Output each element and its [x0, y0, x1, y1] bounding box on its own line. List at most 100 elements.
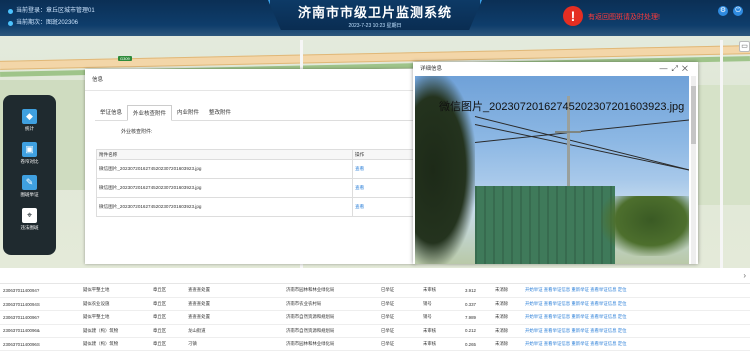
cell-review: 销号	[420, 297, 462, 312]
cell-id: 23063701140096&	[0, 324, 80, 339]
cell-department: 济南市园林和林业绿化局	[283, 337, 378, 351]
layers-button[interactable]: ▭	[739, 41, 750, 52]
alert-icon[interactable]: !	[563, 6, 583, 26]
minimize-icon[interactable]: —	[659, 64, 671, 73]
cell-id: 23063701140094S	[0, 297, 80, 312]
road-sign: G309	[118, 56, 132, 61]
cell-town: 查查查处置	[185, 284, 283, 298]
cell-area: 0.212	[462, 324, 492, 339]
logout-icon[interactable]: ⏻	[733, 6, 743, 16]
table-row[interactable]: 23063701140094? 疑似平整土地 章丘区 查查查处置 济南市园林和林…	[0, 284, 750, 298]
cell-review: 未审核	[420, 284, 462, 298]
cell-review: 未审核	[420, 337, 462, 351]
cell-town: 查查查处置	[185, 310, 283, 325]
header-datetime: 2023-7-23 10:23 星期日	[348, 23, 402, 29]
tab-rectify-attachments[interactable]: 整改附件	[204, 105, 236, 120]
maximize-icon[interactable]: ⤢	[671, 64, 681, 73]
current-user: 当前登录：章丘区城市管理01	[16, 8, 95, 14]
cell-status: 已举证	[378, 310, 420, 325]
cell-type: 疑似平整土地	[80, 310, 150, 325]
table-row[interactable]: 23063701140096& 疑似建（构）筑物 章丘区 龙山街道 济南市自然资…	[0, 324, 750, 339]
cell-town: 查查查处置	[185, 297, 283, 312]
tab-evidence-info[interactable]: 举证信息	[95, 105, 127, 120]
table-row: 微信图片_20230720162745202307201603923.jpg 查…	[96, 159, 426, 179]
close-icon[interactable]: ✕	[682, 64, 692, 73]
image-compare-icon: ▣	[22, 142, 37, 157]
toolbar-item-compare[interactable]: ▣ 卷帘对比	[3, 142, 56, 165]
attachment-photo: 微信图片_20230720162745202307201603923.jpg	[415, 76, 689, 264]
photo-crossbar	[555, 131, 581, 133]
photo-bush	[601, 196, 689, 256]
toolbar-label: 违法图斑	[20, 225, 39, 230]
scroll-thumb[interactable]	[691, 86, 696, 144]
user-icon	[8, 8, 13, 14]
detail-viewer: 详细信息 —⤢✕ 微信图片_20230720162745202307201603…	[413, 62, 698, 264]
settings-icon[interactable]: ⚙	[718, 6, 728, 16]
cell-elim: 未消除	[492, 337, 522, 351]
viewer-scrollbar[interactable]	[691, 76, 696, 264]
cell-elim: 未消除	[492, 310, 522, 325]
left-toolbar: ◆ 统计 ▣ 卷帘对比 ✎ 图斑举证 ⌖ 违法图斑	[3, 95, 56, 255]
cell-district: 章丘区	[150, 324, 185, 339]
cell-actions[interactable]: 开始举证 查看举证信息 重新举证 查看举证信息 定位	[522, 284, 750, 298]
cell-department: 济南市园林和林业绿化局	[283, 284, 378, 298]
cell-actions[interactable]: 开始举证 查看举证信息 重新举证 查看举证信息 定位	[522, 324, 750, 339]
toolbar-label: 卷帘对比	[20, 159, 39, 164]
toolbar-item-evidence[interactable]: ✎ 图斑举证	[3, 175, 56, 198]
table-row[interactable]: 23063701140096? 疑似平整土地 章丘区 查查查处置 济南市自然资源…	[0, 310, 750, 325]
table-row[interactable]: 23063701140094S 疑似农业设施 章丘区 查查查处置 济南市农业农村…	[0, 297, 750, 312]
cell-actions[interactable]: 开始举证 查看举证信息 重新举证 查看举证信息 定位	[522, 337, 750, 351]
cell-elim: 未消除	[492, 324, 522, 339]
cube-icon: ◆	[22, 109, 37, 124]
table-toolbar	[0, 268, 750, 284]
cell-department: 济南市自然资源和规划局	[283, 324, 378, 339]
tab-office-attachments[interactable]: 内业附件	[172, 105, 204, 120]
chevron-right-icon[interactable]: ›	[743, 271, 746, 280]
toolbar-label: 图斑举证	[20, 192, 39, 197]
table-row[interactable]: 23063701140096S 疑似建（构）筑物 章丘区 刁镇 济南市园林和林业…	[0, 337, 750, 351]
location-icon: ⌖	[22, 208, 37, 223]
page-title: 济南市市级卫片监测系统	[297, 5, 452, 20]
panel-title: 信息	[85, 69, 415, 91]
cell-area: 0.337	[462, 297, 492, 312]
current-period: 当前期次：图斑202306	[16, 20, 79, 26]
cell-area: 3.912	[462, 284, 492, 298]
title-banner: 济南市市级卫片监测系统 2023-7-23 10:23 星期日	[268, 0, 482, 30]
cell-id: 23063701140094?	[0, 284, 80, 298]
cell-id: 23063701140096?	[0, 310, 80, 325]
toolbar-item-statistics[interactable]: ◆ 统计	[3, 109, 56, 132]
cell-department: 济南市农业农村局	[283, 297, 378, 312]
cell-department: 济南市自然资源和规划局	[283, 310, 378, 325]
cell-actions[interactable]: 开始举证 查看举证信息 重新举证 查看举证信息 定位	[522, 310, 750, 325]
cell-id: 23063701140096S	[0, 337, 80, 351]
cell-town: 刁镇	[185, 337, 283, 351]
tab-field-attachments[interactable]: 外业核查附件	[127, 105, 173, 121]
cell-area: 0.265	[462, 337, 492, 351]
table-row: 微信图片_20230720162745202307201603923.jpg 查…	[96, 178, 426, 198]
photo-filename: 微信图片_20230720162745202307201603923.jpg	[439, 101, 685, 113]
attachment-name: 微信图片_20230720162745202307201603923.jpg	[96, 178, 353, 198]
cell-district: 章丘区	[150, 297, 185, 312]
attachments-table: 附件名称 操作 微信图片_202307201627452023072016039…	[96, 149, 426, 217]
cell-district: 章丘区	[150, 310, 185, 325]
cell-type: 疑似建（构）筑物	[80, 337, 150, 351]
photo-wire	[474, 116, 689, 176]
table-row: 微信图片_20230720162745202307201603923.jpg 查…	[96, 197, 426, 217]
alert-message[interactable]: 有返回图斑请及时处理!	[588, 12, 660, 22]
cell-status: 已举证	[378, 284, 420, 298]
attachment-name: 微信图片_20230720162745202307201603923.jpg	[96, 197, 353, 217]
window-controls: —⤢✕	[659, 64, 692, 74]
info-panel: 信息 举证信息 外业核查附件 内业附件 整改附件 外业核查附件: 附件名称 操作…	[85, 69, 426, 264]
cell-actions[interactable]: 开始举证 查看举证信息 重新举证 查看举证信息 定位	[522, 297, 750, 312]
calendar-icon	[8, 20, 13, 26]
attachments-label: 外业核查附件:	[121, 129, 153, 135]
cell-review: 销号	[420, 310, 462, 325]
toolbar-item-illegal[interactable]: ⌖ 违法图斑	[3, 208, 56, 231]
cell-status: 已举证	[378, 297, 420, 312]
header-user-info: 当前登录：章丘区城市管理01 当前期次：图斑202306	[8, 5, 95, 29]
map-road	[720, 40, 723, 268]
results-table: 23063701140094? 疑似平整土地 章丘区 查查查处置 济南市园林和林…	[0, 284, 750, 351]
cell-type: 疑似建（构）筑物	[80, 324, 150, 339]
cell-type: 疑似农业设施	[80, 297, 150, 312]
tab-bar: 举证信息 外业核查附件 内业附件 整改附件	[95, 105, 425, 121]
